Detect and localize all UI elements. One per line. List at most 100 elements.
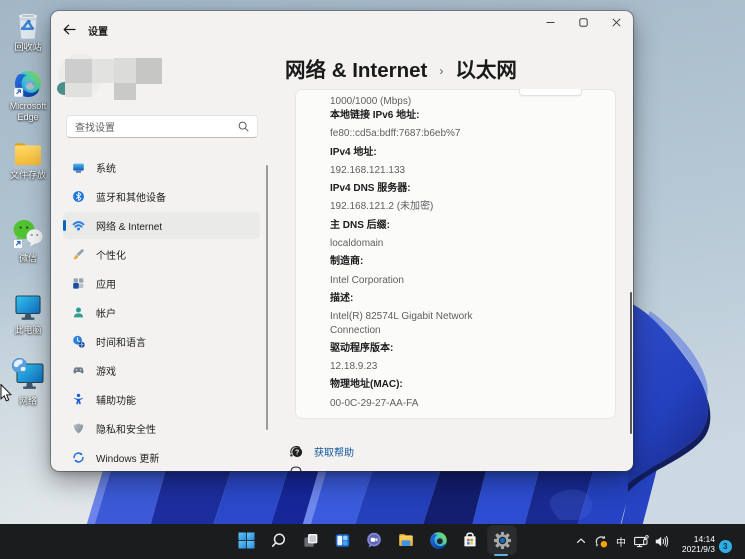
property-label: 驱动程序版本: <box>330 342 488 355</box>
tray-volume-icon[interactable] <box>651 528 671 554</box>
property-value: 12.18.9.23 <box>330 360 488 373</box>
titlebar[interactable]: 设置 <box>51 11 633 47</box>
network-pc-icon <box>10 356 46 394</box>
content-scrollbar[interactable] <box>630 292 632 434</box>
sidebar-item-system[interactable]: 系统 <box>63 154 260 181</box>
link-speed-value: 1000/1000 (Mbps) <box>330 95 488 108</box>
censor-block <box>136 58 162 84</box>
feedback-icon[interactable] <box>290 466 302 471</box>
property-label: 本地链接 IPv6 地址: <box>330 109 488 122</box>
censor-block <box>114 58 136 83</box>
copy-button[interactable] <box>519 89 582 96</box>
desktop-icon-label: 此电脑 <box>0 325 56 336</box>
sidebar-item-accessibility[interactable]: 辅助功能 <box>63 386 260 413</box>
clock-date: 2021/9/3 <box>682 544 715 555</box>
personalization-icon <box>72 248 85 261</box>
breadcrumb: 网络 & Internet›以太网 <box>285 53 625 83</box>
sidebar-item-label: 应用 <box>96 276 116 291</box>
tray-input-method-indicator[interactable]: 中 <box>611 528 631 554</box>
sidebar-item-network-internet[interactable]: 网络 & Internet <box>63 212 260 239</box>
get-help-label: 获取帮助 <box>314 444 354 459</box>
close-icon <box>612 18 621 27</box>
this-pc-icon <box>12 293 44 323</box>
desktop-icon-wechat[interactable]: 微信 <box>0 217 56 264</box>
settings-taskbar-button[interactable] <box>488 526 516 554</box>
sidebar-item-label: 网络 & Internet <box>96 218 162 233</box>
property-value: 00-0C-29-27-AA-FA <box>330 397 488 410</box>
chevron-up-icon <box>575 535 587 547</box>
sidebar-item-label: 辅助功能 <box>96 392 136 407</box>
get-help-link[interactable]: ? 获取帮助 <box>289 444 354 459</box>
notification-badge[interactable]: 3 <box>719 540 732 553</box>
sidebar-item-windows-update[interactable]: Windows 更新 <box>63 444 260 471</box>
sidebar-item-label: 时间和语言 <box>96 334 146 349</box>
privacy-icon <box>72 422 85 435</box>
clock-time: 14:14 <box>682 534 715 545</box>
sidebar-item-label: 隐私和安全性 <box>96 421 156 436</box>
sidebar-item-time-language[interactable]: 时间和语言 <box>63 328 260 355</box>
user-avatar-censored[interactable] <box>58 50 218 110</box>
desktop-icon-this-pc[interactable]: 此电脑 <box>0 293 56 336</box>
settings-gear-icon <box>493 531 512 550</box>
edge-button[interactable] <box>424 526 452 554</box>
close-button[interactable] <box>600 11 633 33</box>
file-explorer-button[interactable] <box>392 526 420 554</box>
censor-block <box>65 59 92 83</box>
desktop-icon-recycle-bin[interactable]: 回收站 <box>0 8 56 53</box>
taskbar: 中 14:14 2021/9/3 <box>0 524 745 559</box>
sidebar-scrollbar[interactable] <box>266 165 268 430</box>
desktop-icon-label: 回收站 <box>0 42 56 53</box>
recycle-bin-icon <box>13 8 43 40</box>
sidebar-item-apps[interactable]: 应用 <box>63 270 260 297</box>
property-label: IPv4 地址: <box>330 146 488 159</box>
sidebar-item-personalization[interactable]: 个性化 <box>63 241 260 268</box>
search-icon <box>238 121 249 132</box>
desktop: 回收站 Microsoft Edge 文件存放 <box>0 0 745 559</box>
desktop-icon-folder[interactable]: 文件存放 <box>0 140 56 181</box>
property-value: localdomain <box>330 237 488 250</box>
start-icon <box>238 532 255 549</box>
content-viewport: 1000/1000 (Mbps) 本地链接 IPv6 地址: fe80::cd5… <box>283 89 625 471</box>
ethernet-status-icon <box>633 534 649 549</box>
mouse-cursor <box>0 384 14 404</box>
bluetooth-icon <box>72 190 85 203</box>
settings-search-input[interactable]: 查找设置 <box>66 115 258 138</box>
tray-network-icon[interactable] <box>631 528 651 554</box>
back-button[interactable] <box>58 18 80 40</box>
apps-icon <box>72 277 85 290</box>
property-value: fe80::cd5a:bdff:7687:b6eb%7 <box>330 127 488 140</box>
taskbar-center-icons <box>232 526 516 554</box>
sidebar: 查找设置 系统 蓝牙和其 <box>51 47 273 471</box>
property-label: 制造商: <box>330 255 488 268</box>
chat-button[interactable] <box>360 526 388 554</box>
active-app-indicator <box>494 554 508 557</box>
start-button[interactable] <box>232 526 260 554</box>
settings-window: 设置 查找设置 <box>51 11 633 471</box>
maximize-button[interactable] <box>567 11 600 33</box>
widgets-button[interactable] <box>328 526 356 554</box>
widgets-icon <box>334 532 351 549</box>
search-button[interactable] <box>264 526 292 554</box>
taskbar-clock[interactable]: 14:14 2021/9/3 <box>682 534 715 555</box>
sidebar-item-gaming[interactable]: 游戏 <box>63 357 260 384</box>
accessibility-icon <box>72 393 85 406</box>
tray-sync-notification-icon[interactable] <box>591 528 611 554</box>
store-button[interactable] <box>456 526 484 554</box>
tray-chevron-up-icon[interactable] <box>571 528 591 554</box>
property-value: Intel(R) 82574L Gigabit Network Connecti… <box>330 310 488 337</box>
sidebar-item-accounts[interactable]: 帐户 <box>63 299 260 326</box>
window-title: 设置 <box>88 23 108 38</box>
sidebar-item-bluetooth[interactable]: 蓝牙和其他设备 <box>63 183 260 210</box>
accounts-icon <box>72 306 85 319</box>
task-view-button[interactable] <box>296 526 324 554</box>
property-label: 物理地址(MAC): <box>330 378 488 391</box>
sidebar-item-privacy-security[interactable]: 隐私和安全性 <box>63 415 260 442</box>
property-label: 描述: <box>330 292 488 305</box>
desktop-icon-edge[interactable]: Microsoft Edge <box>0 69 56 123</box>
sidebar-item-label: Windows 更新 <box>96 450 159 465</box>
breadcrumb-root[interactable]: 网络 & Internet <box>285 59 427 82</box>
minimize-button[interactable] <box>534 11 567 33</box>
breadcrumb-current: 以太网 <box>455 59 517 82</box>
desktop-icon-label: 微信 <box>0 253 56 264</box>
network-icon <box>72 219 85 232</box>
